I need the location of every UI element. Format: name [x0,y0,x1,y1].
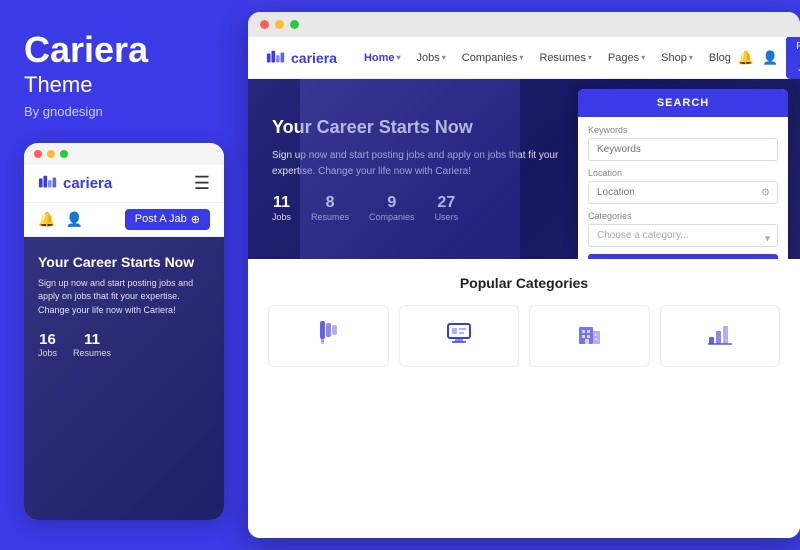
nav-item-jobs[interactable]: Jobs ▾ [410,52,453,64]
mobile-post-btn-label: Post A Jab [135,213,187,225]
browser-dot-green [290,20,299,29]
mobile-stats: 16 Jobs 11 Resumes [38,331,210,358]
search-box: SEARCH Keywords Location ⚙ Categories Ch… [578,89,788,259]
mobile-post-job-button[interactable]: Post A Jab ⊕ [125,209,210,230]
user-icon[interactable]: 👤 [65,211,82,228]
brand-subtitle: Theme [24,72,224,98]
categories-grid [268,305,780,367]
category-card-chart[interactable] [660,305,781,367]
category-icon-building [538,318,641,348]
mobile-stat-jobs-label: Jobs [38,348,57,358]
mobile-stat-resumes-num: 11 [84,331,100,348]
nav-jobs-label: Jobs [417,52,440,64]
nav-item-resumes[interactable]: Resumes ▾ [532,52,598,64]
keywords-input[interactable] [588,138,778,161]
nav-item-home[interactable]: Home ▾ [357,52,408,64]
site-nav-actions: 🔔 👤 Post A Job ⊕ [738,37,800,79]
mobile-hero-text: Sign up now and start posting jobs and a… [38,277,210,318]
select-arrow-icon: ▾ [765,234,770,245]
categories-title: Popular Categories [268,275,780,291]
category-icon-chart [669,318,772,348]
location-settings-icon: ⚙ [761,187,770,198]
categories-select[interactable]: Choose a category... [588,224,778,247]
nav-companies-label: Companies [462,52,518,64]
browser-chrome [248,12,800,37]
site-logo-text: cariera [291,50,337,66]
location-field-wrapper: ⚙ [588,181,778,204]
nav-shop-arrow: ▾ [689,53,693,62]
keywords-label: Keywords [588,125,778,135]
mobile-post-btn-icon: ⊕ [191,213,200,226]
mobile-logo-text: cariera [63,175,112,192]
site-logo: cariera [266,48,337,68]
category-card-pencil[interactable] [268,305,389,367]
hero-stat-jobs-label: Jobs [272,212,291,222]
nav-item-pages[interactable]: Pages ▾ [601,52,652,64]
location-label: Location [588,168,778,178]
post-job-label: Post A Job [796,41,800,74]
browser-dot-yellow [275,20,284,29]
nav-resumes-label: Resumes [539,52,585,64]
location-input[interactable] [588,181,778,204]
search-button[interactable]: 🔍 SEARCH [588,254,778,259]
dot-red [34,150,42,158]
mobile-nav: cariera ☰ [24,165,224,203]
category-icon-monitor [408,318,511,348]
user-nav-icon[interactable]: 👤 [762,50,778,66]
search-body: Keywords Location ⚙ Categories Choose a … [578,117,788,259]
nav-blog-label: Blog [709,52,731,64]
categories-section: Popular Categories [248,259,800,538]
site-logo-icon [266,48,286,68]
hero-stat-jobs-num: 11 [272,194,291,212]
nav-pages-label: Pages [608,52,639,64]
bell-nav-icon[interactable]: 🔔 [738,50,754,66]
mobile-logo-icon [38,173,58,193]
nav-shop-label: Shop [661,52,687,64]
bell-icon[interactable]: 🔔 [38,211,55,228]
dot-green [60,150,68,158]
left-panel: Cariera Theme By gnodesign cariera ☰ � [0,0,248,550]
search-header: SEARCH [578,89,788,117]
hero-bg-decoration [300,79,520,259]
categories-label: Categories [588,211,778,221]
browser-content: cariera Home ▾ Jobs ▾ Companies ▾ Resume… [248,37,800,538]
nav-item-blog[interactable]: Blog [702,52,738,64]
mobile-stat-jobs: 16 Jobs [38,331,57,358]
site-nav-links: Home ▾ Jobs ▾ Companies ▾ Resumes ▾ Page… [357,52,738,64]
nav-item-shop[interactable]: Shop ▾ [654,52,700,64]
nav-jobs-arrow: ▾ [442,53,446,62]
browser-window: cariera Home ▾ Jobs ▾ Companies ▾ Resume… [248,12,800,538]
mobile-icon-group: 🔔 👤 [38,211,83,228]
nav-resumes-arrow: ▾ [588,53,592,62]
mobile-preview-card: cariera ☰ 🔔 👤 Post A Jab ⊕ Your Career S… [24,143,224,520]
post-job-button[interactable]: Post A Job ⊕ [786,37,800,79]
mobile-stat-resumes-label: Resumes [73,348,111,358]
hamburger-icon[interactable]: ☰ [194,173,210,194]
category-card-building[interactable] [529,305,650,367]
mobile-stat-jobs-num: 16 [39,331,56,348]
browser-dot-red [260,20,269,29]
site-nav: cariera Home ▾ Jobs ▾ Companies ▾ Resume… [248,37,800,79]
mobile-logo: cariera [38,173,112,193]
categories-field-wrapper: Choose a category... ▾ [588,224,778,254]
mobile-sub-nav: 🔔 👤 Post A Jab ⊕ [24,203,224,237]
mobile-hero: Your Career Starts Now Sign up now and s… [24,237,224,520]
nav-home-label: Home [364,52,395,64]
nav-home-arrow: ▾ [397,53,401,62]
hero-stat-jobs: 11 Jobs [272,194,291,222]
mobile-hero-title: Your Career Starts Now [38,253,210,271]
brand-title: Cariera [24,30,224,70]
window-dots [24,143,224,165]
nav-pages-arrow: ▾ [641,53,645,62]
dot-yellow [47,150,55,158]
category-icon-pencil [277,318,380,348]
category-card-monitor[interactable] [399,305,520,367]
nav-companies-arrow: ▾ [519,53,523,62]
brand-by: By gnodesign [24,104,224,119]
site-hero: Your Career Starts Now Sign up now and s… [248,79,800,259]
mobile-stat-resumes: 11 Resumes [73,331,111,358]
nav-item-companies[interactable]: Companies ▾ [455,52,531,64]
